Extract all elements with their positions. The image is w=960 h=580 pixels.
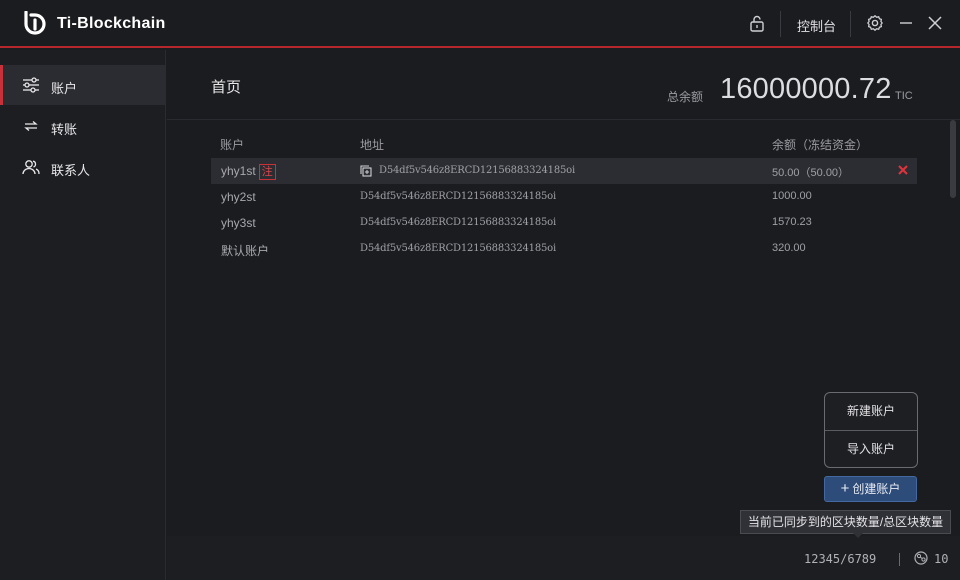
column-header-address: 地址 — [360, 138, 385, 152]
account-balance: 1570.23 — [772, 216, 812, 228]
sidebar-item-label: 账户 — [51, 81, 78, 96]
registered-badge: 注 — [258, 164, 276, 180]
sidebar-item-contacts[interactable]: 联系人 — [0, 147, 166, 187]
account-balance: 320.00 — [772, 242, 806, 254]
close-icon[interactable] — [926, 14, 944, 32]
app-logo — [24, 11, 46, 35]
account-address: D54df5v546z8ERCD12156883324185oi — [360, 217, 556, 228]
transfer-arrows-icon — [24, 121, 38, 131]
titlebar-divider — [780, 11, 781, 37]
tooltip-arrow — [853, 533, 863, 538]
account-name: yhy1st 注 — [221, 164, 276, 180]
create-account-button[interactable]: + 创建账户 — [824, 476, 917, 502]
contacts-icon — [22, 160, 40, 175]
plus-icon: + — [840, 480, 850, 497]
sidebar-item-label: 转账 — [51, 122, 78, 137]
account-name: yhy3st — [221, 216, 256, 230]
app-title: Ti-Blockchain — [57, 15, 166, 32]
block-sync-count[interactable]: 12345/6789 — [804, 552, 876, 566]
page-title: 首页 — [211, 79, 242, 96]
titlebar-divider — [850, 11, 851, 37]
table-scrollbar[interactable] — [950, 120, 956, 198]
lock-icon[interactable] — [748, 14, 766, 32]
column-header-balance: 余额（冻结资金） — [772, 138, 869, 152]
sidebar: 账户 转账 联系人 — [0, 50, 166, 580]
title-bar: Ti-Blockchain 控制台 — [0, 0, 960, 48]
account-name: 默认账户 — [221, 244, 270, 258]
total-balance-value: 16000000.72 — [720, 73, 892, 105]
menu-item-import-account[interactable]: 导入账户 — [825, 431, 917, 468]
sidebar-item-label: 联系人 — [51, 163, 91, 178]
balance-unit: TIC — [895, 90, 913, 102]
account-address: D54df5v546z8ERCD12156883324185oi — [360, 243, 556, 254]
account-balance: 1000.00 — [772, 190, 812, 202]
gear-icon[interactable] — [866, 14, 884, 32]
copy-icon[interactable] — [360, 165, 372, 177]
delete-icon[interactable] — [897, 163, 909, 177]
column-header-account: 账户 — [220, 138, 245, 152]
sliders-icon — [23, 77, 39, 93]
account-address: D54df5v546z8ERCD12156883324185oi — [360, 191, 556, 202]
account-balance: 50.00（50.00） — [772, 167, 850, 179]
network-peers-icon[interactable] — [914, 551, 928, 565]
peers-count: 10 — [934, 552, 949, 566]
status-divider — [899, 553, 900, 566]
console-button[interactable]: 控制台 — [797, 16, 836, 35]
header-divider — [167, 119, 960, 120]
sidebar-item-transfer[interactable]: 转账 — [0, 106, 166, 146]
menu-item-new-account[interactable]: 新建账户 — [825, 393, 917, 430]
create-account-menu: 新建账户 导入账户 — [824, 392, 918, 468]
account-address: D54df5v546z8ERCD12156883324185oi — [379, 165, 575, 176]
table-row[interactable]: yhy1st 注 D54df5v546z8ERCD12156883324185oi… — [211, 158, 917, 184]
total-balance-label: 总余额 — [667, 90, 704, 104]
minimize-icon[interactable] — [897, 14, 915, 32]
table-row[interactable]: 默认账户 D54df5v546z8ERCD12156883324185oi 32… — [211, 236, 917, 262]
account-name: yhy2st — [221, 190, 256, 204]
table-row[interactable]: yhy3st D54df5v546z8ERCD12156883324185oi … — [211, 210, 917, 236]
create-account-label: 创建账户 — [852, 482, 901, 496]
sync-tooltip: 当前已同步到的区块数量/总区块数量 — [740, 510, 951, 534]
table-row[interactable]: yhy2st D54df5v546z8ERCD12156883324185oi … — [211, 184, 917, 210]
account-name-text: yhy1st — [221, 164, 256, 178]
sidebar-item-accounts[interactable]: 账户 — [0, 65, 166, 105]
